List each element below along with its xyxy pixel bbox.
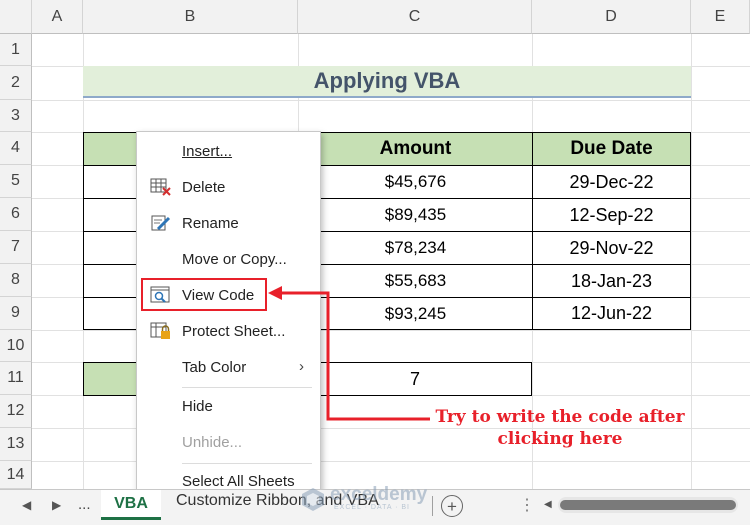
tab-divider	[432, 496, 433, 516]
menu-item-label: Move or Copy...	[182, 250, 287, 268]
annotation-text: Try to write the code after clicking her…	[420, 406, 700, 450]
row-header[interactable]: 1	[0, 34, 32, 66]
table-cell[interactable]: 18-Jan-23	[532, 264, 691, 298]
menu-item-label: View Code	[182, 286, 255, 304]
column-header-e[interactable]: E	[691, 0, 750, 34]
scroll-tabs-right-icon[interactable]: ▶	[52, 498, 61, 512]
menu-item-label: Unhide...	[182, 433, 243, 451]
plus-icon: +	[447, 496, 457, 516]
menu-item-insert[interactable]: Insert...	[137, 134, 320, 168]
delete-sheet-icon	[150, 176, 172, 198]
protect-sheet-icon	[150, 320, 172, 342]
table-cell[interactable]: 12-Sep-22	[532, 198, 691, 232]
table-cell[interactable]: 12-Jun-22	[532, 297, 691, 330]
add-sheet-button[interactable]: +	[441, 495, 463, 517]
sheet-title: Applying VBA	[83, 66, 691, 98]
menu-item-label: Rename	[182, 214, 239, 232]
menu-item-label: Hide	[182, 397, 213, 415]
scroll-left-icon[interactable]: ◀	[544, 499, 552, 510]
row-header[interactable]: 12	[0, 395, 32, 428]
exceldemy-logo-icon	[302, 488, 324, 511]
row-header[interactable]: 7	[0, 231, 32, 264]
menu-item-label: Delete	[182, 178, 226, 196]
annotation-line-1: Try to write the code after	[435, 407, 685, 427]
row-header[interactable]: 11	[0, 362, 32, 395]
row-header[interactable]: 10	[0, 330, 32, 362]
more-tabs-ellipsis[interactable]: ...	[78, 496, 91, 513]
table-cell[interactable]: 29-Nov-22	[532, 231, 691, 265]
horizontal-scrollbar-thumb[interactable]	[560, 500, 736, 510]
table-cell[interactable]: $78,234	[298, 231, 533, 265]
menu-item-move-or-copy[interactable]: Move or Copy...	[137, 242, 320, 276]
column-header-b[interactable]: B	[83, 0, 298, 34]
horizontal-scrollbar-track[interactable]	[558, 497, 738, 513]
row-header[interactable]: 2	[0, 66, 32, 100]
menu-item-unhide: Unhide...	[137, 425, 320, 459]
row-header[interactable]: 4	[0, 132, 32, 165]
sheet-tab-bar: ◀ ▶ ... VBA Customize Ribbon, and VBA ex…	[0, 484, 750, 525]
column-header-c[interactable]: C	[298, 0, 532, 34]
menu-item-label: Insert...	[182, 142, 233, 160]
rename-icon	[150, 212, 172, 234]
row-header[interactable]: 9	[0, 297, 32, 330]
table-cell[interactable]: 29-Dec-22	[532, 165, 691, 199]
table-cell[interactable]: $89,435	[298, 198, 533, 232]
menu-item-rename[interactable]: Rename	[137, 206, 320, 240]
gridline	[32, 100, 750, 101]
exceldemy-watermark: exceldemy EXCEL · DATA · BI	[300, 480, 460, 514]
row-header[interactable]: 5	[0, 165, 32, 198]
annotation-arrow	[268, 286, 430, 421]
watermark-tagline: EXCEL · DATA · BI	[334, 504, 410, 511]
table-header-amount[interactable]: Amount	[298, 132, 533, 166]
column-header-d[interactable]: D	[532, 0, 691, 34]
menu-item-label: Tab Color	[182, 358, 247, 376]
table-header-due-date[interactable]: Due Date	[532, 132, 691, 166]
view-code-icon	[150, 284, 172, 306]
table-cell[interactable]: $45,676	[298, 165, 533, 199]
sheet-tab-label: VBA	[114, 494, 148, 512]
column-header-a[interactable]: A	[32, 0, 83, 34]
row-header[interactable]: 6	[0, 198, 32, 231]
annotation-line-2: clicking here	[497, 429, 623, 449]
splitter-handle-icon[interactable]: ⋮	[519, 495, 535, 515]
sheet-tab-vba[interactable]: VBA	[101, 490, 161, 520]
row-header[interactable]: 3	[0, 100, 32, 132]
row-header[interactable]: 14	[0, 461, 32, 489]
menu-item-delete[interactable]: Delete	[137, 170, 320, 204]
row-header[interactable]: 13	[0, 428, 32, 461]
row-header[interactable]: 8	[0, 264, 32, 297]
scroll-tabs-left-icon[interactable]: ◀	[22, 498, 31, 512]
watermark-name: exceldemy	[330, 484, 428, 505]
select-all-corner[interactable]	[0, 0, 32, 34]
